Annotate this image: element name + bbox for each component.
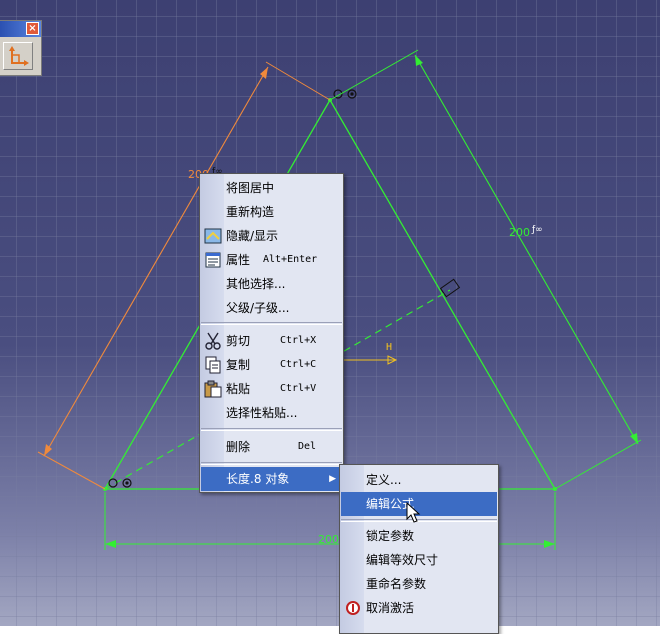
menu-item-copy[interactable]: 复制 Ctrl+C: [201, 353, 342, 377]
context-menu: 将图居中 重新构造 隐藏/显示 属性 Alt+Enter 其他选择... 父级/…: [199, 173, 344, 493]
scissors-icon: [205, 332, 221, 350]
menu-item-length-object[interactable]: 长度.8 对象 ▶: [201, 467, 342, 491]
right-dimension[interactable]: [329, 49, 642, 490]
deactivate-icon: [346, 601, 360, 615]
properties-icon: [205, 252, 221, 268]
floating-toolbar[interactable]: ×: [0, 20, 42, 76]
menu-item-other-selection[interactable]: 其他选择...: [201, 272, 342, 296]
menu-separator: [201, 462, 342, 465]
mouse-cursor-icon: [406, 502, 421, 523]
menu-item-rebuild[interactable]: 重新构造: [201, 200, 342, 224]
paste-icon: [204, 380, 222, 398]
submenu-length-object: 定义... 编辑公式 锁定参数 编辑等效尺寸 重命名参数 取消激活: [339, 464, 499, 634]
right-dimension-label[interactable]: 200: [509, 226, 530, 239]
submenu-arrow-icon: ▶: [329, 474, 336, 484]
submenu-item-lock-parameter[interactable]: 锁定参数: [341, 524, 497, 548]
sketch-axis-button[interactable]: [3, 42, 33, 70]
hide-show-icon: [204, 228, 222, 244]
close-icon[interactable]: ×: [26, 22, 39, 35]
menu-separator: [201, 428, 342, 431]
submenu-item-rename-parameter[interactable]: 重命名参数: [341, 572, 497, 596]
right-formula-icon: ƒ∞: [532, 225, 543, 235]
sketch-axis-icon: [9, 46, 29, 66]
menu-item-properties[interactable]: 属性 Alt+Enter: [201, 248, 342, 272]
submenu-item-define[interactable]: 定义...: [341, 468, 497, 492]
menu-item-delete[interactable]: 删除 Del: [201, 435, 342, 459]
menu-item-hide-show[interactable]: 隐藏/显示: [201, 224, 342, 248]
menu-item-center-graph[interactable]: 将图居中: [201, 176, 342, 200]
menu-item-paste-special[interactable]: 选择性粘贴...: [201, 401, 342, 425]
menu-separator: [201, 322, 342, 325]
copy-icon: [205, 356, 221, 374]
submenu-item-edit-equivalent-dimensions[interactable]: 编辑等效尺寸: [341, 548, 497, 572]
menu-item-parents-children[interactable]: 父级/子级...: [201, 296, 342, 320]
h-axis-label: H: [386, 342, 393, 353]
h-axis-indicator: [340, 355, 398, 365]
submenu-item-deactivate[interactable]: 取消激活: [341, 596, 497, 620]
menu-item-cut[interactable]: 剪切 Ctrl+X: [201, 329, 342, 353]
menu-item-paste[interactable]: 粘贴 Ctrl+V: [201, 377, 342, 401]
bottom-dimension-label[interactable]: 200: [318, 533, 339, 546]
